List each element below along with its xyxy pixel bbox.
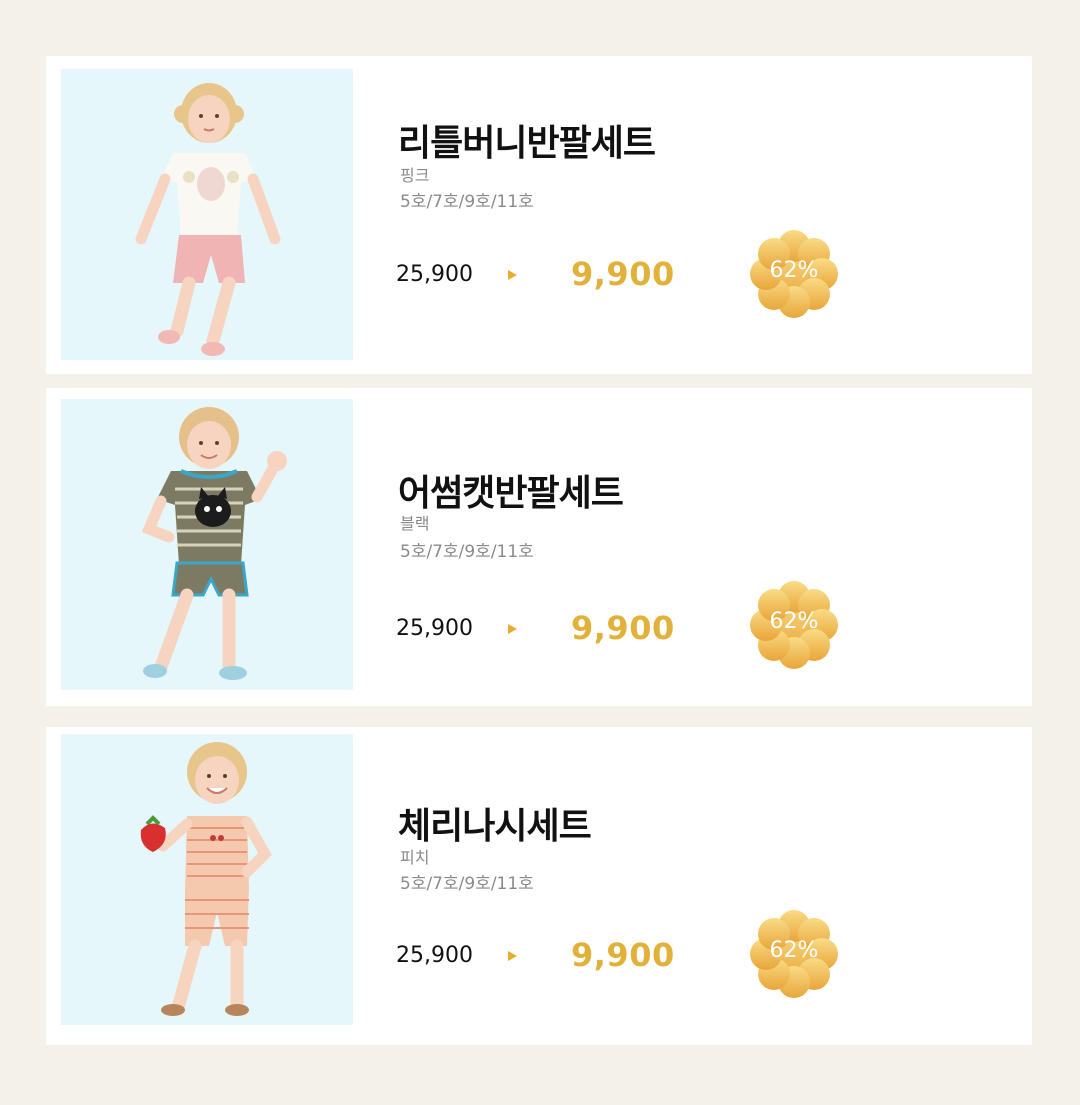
discount-percent: 62%: [769, 258, 819, 283]
product-photo[interactable]: [61, 69, 353, 360]
product-color: 블랙: [400, 514, 430, 533]
child-model-image: [61, 69, 353, 360]
product-name: 리틀버니반팔세트: [398, 123, 656, 164]
original-price: 25,900: [396, 616, 473, 641]
child-model-image: [61, 734, 353, 1025]
product-card[interactable]: 체리나시세트 피치 5호/7호/9호/11호 25,900 9,900 62%: [46, 727, 1032, 1045]
discount-badge: 62%: [750, 579, 838, 671]
triangle-right-icon: [508, 270, 517, 280]
product-name: 어썸캣반팔세트: [398, 473, 624, 514]
product-photo[interactable]: [61, 399, 353, 690]
product-photo[interactable]: [61, 734, 353, 1025]
discount-badge: 62%: [750, 908, 838, 1000]
original-price: 25,900: [396, 943, 473, 968]
triangle-right-icon: [508, 624, 517, 634]
product-color: 핑크: [400, 166, 430, 185]
sale-price: 9,900: [571, 936, 675, 974]
product-color: 피치: [400, 848, 430, 867]
product-card[interactable]: 리틀버니반팔세트 핑크 5호/7호/9호/11호 25,900 9,900 62…: [46, 56, 1032, 374]
product-sizes: 5호/7호/9호/11호: [400, 542, 534, 562]
product-sizes: 5호/7호/9호/11호: [400, 874, 534, 894]
product-sizes: 5호/7호/9호/11호: [400, 192, 534, 212]
product-card[interactable]: 어썸캣반팔세트 블랙 5호/7호/9호/11호 25,900 9,900 62%: [46, 388, 1032, 706]
child-model-image: [61, 399, 353, 690]
discount-percent: 62%: [769, 609, 819, 634]
product-name: 체리나시세트: [398, 806, 592, 847]
triangle-right-icon: [508, 951, 517, 961]
discount-percent: 62%: [769, 938, 819, 963]
sale-price: 9,900: [571, 255, 675, 293]
original-price: 25,900: [396, 262, 473, 287]
sale-price: 9,900: [571, 609, 675, 647]
discount-badge: 62%: [750, 228, 838, 320]
